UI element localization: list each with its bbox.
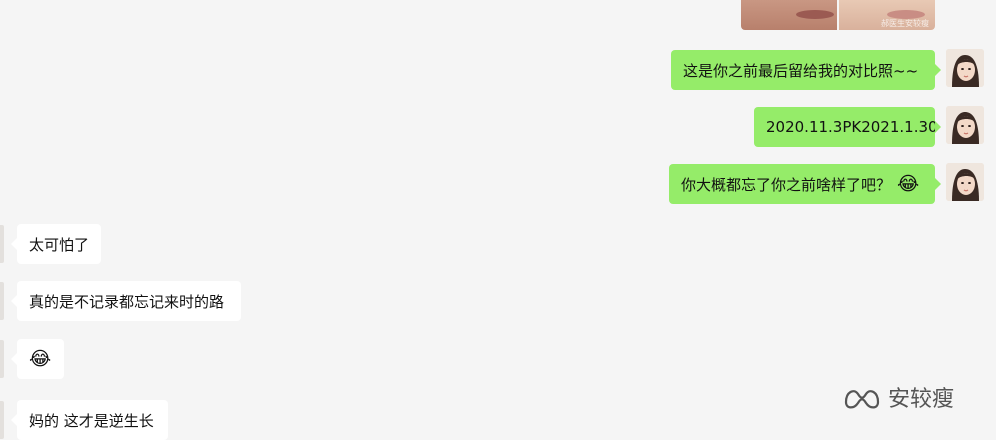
message-text: 真的是不记录都忘记来时的路 xyxy=(29,292,225,311)
incoming-message[interactable]: 😂 xyxy=(11,339,64,379)
account-watermark: 安较瘦 xyxy=(842,380,954,414)
incoming-message[interactable]: 太可怕了 xyxy=(11,224,101,264)
message-text: 你大概都忘了你之前啥样了吧？ xyxy=(681,175,892,194)
message-text: 这是你之前最后留给我的对比照~~ xyxy=(683,61,919,80)
after-photo: 郝医生安较瘦 xyxy=(837,0,935,30)
before-photo-lips xyxy=(796,10,834,19)
incoming-message[interactable]: 真的是不记录都忘记来时的路 xyxy=(11,281,241,321)
comparison-photo-message[interactable]: 郝医生安较瘦 xyxy=(741,0,935,30)
before-photo xyxy=(741,0,837,30)
wechat-channel-icon xyxy=(844,390,880,409)
message-text: 太可怕了 xyxy=(29,235,90,254)
incoming-message[interactable]: 妈的 这才是逆生长 xyxy=(11,400,168,440)
outgoing-message[interactable]: 2020.11.3PK2021.1.30 xyxy=(754,107,941,147)
avatar[interactable] xyxy=(946,49,984,87)
photo-watermark: 郝医生安较瘦 xyxy=(881,19,929,28)
contact-avatar[interactable] xyxy=(0,282,4,320)
message-text: 2020.11.3PK2021.1.30 xyxy=(766,118,938,136)
avatar[interactable] xyxy=(946,106,984,144)
contact-avatar[interactable] xyxy=(0,340,4,378)
outgoing-message[interactable]: 你大概都忘了你之前啥样了吧？ 😂 xyxy=(669,164,941,204)
watermark-text: 安较瘦 xyxy=(888,387,955,412)
avatar[interactable] xyxy=(946,163,984,201)
tears-of-joy-emoji-icon: 😂 xyxy=(29,347,52,370)
contact-avatar[interactable] xyxy=(0,401,4,439)
user-avatar-icon xyxy=(946,49,984,87)
message-text: 妈的 这才是逆生长 xyxy=(29,411,154,430)
tears-of-joy-emoji-icon: 😂 xyxy=(897,172,920,195)
contact-avatar[interactable] xyxy=(0,225,4,263)
outgoing-message[interactable]: 这是你之前最后留给我的对比照~~ xyxy=(671,50,941,90)
user-avatar-icon xyxy=(946,163,984,201)
user-avatar-icon xyxy=(946,106,984,144)
